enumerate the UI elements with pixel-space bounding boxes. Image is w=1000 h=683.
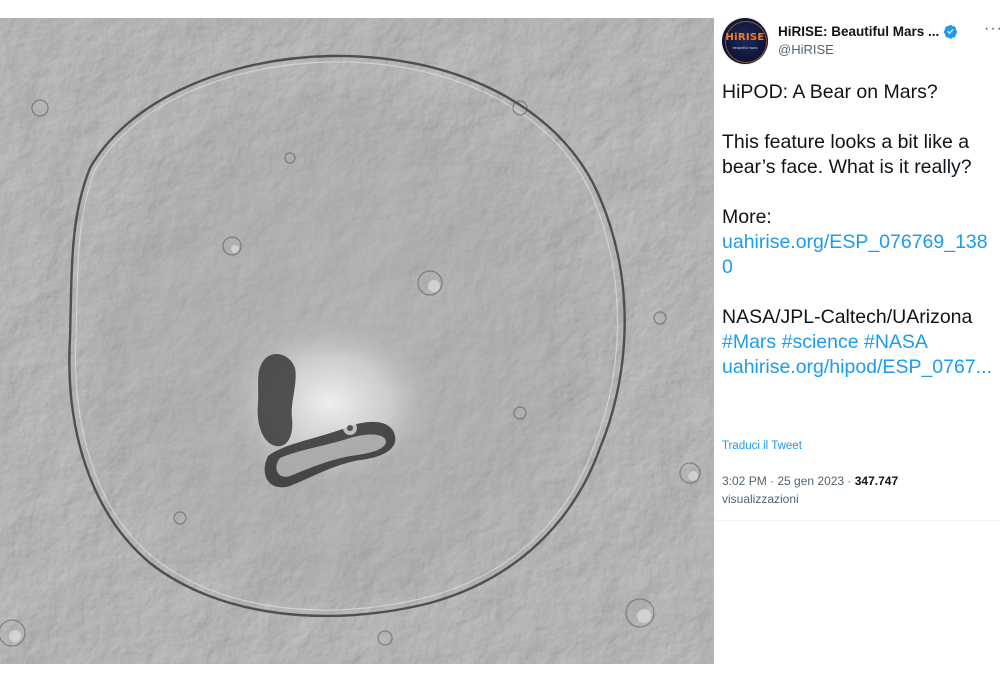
tweet-credit: NASA/JPL-Caltech/UArizona (722, 306, 973, 328)
tweet-timestamp[interactable]: 3:02 PM · 25 gen 2023 · (722, 474, 855, 488)
tweet-link-hipod[interactable]: uahirise.org/hipod/ESP_0767... (722, 356, 992, 378)
author-handle[interactable]: @HiRISE (778, 42, 834, 57)
views-count: 347.747 (854, 474, 899, 488)
avatar-logo-subtext: beautiful mars (732, 45, 758, 50)
tweet-header: HiRISE beautiful mars HiRISE: Beautiful … (722, 18, 1000, 66)
mars-bear-image[interactable] (0, 18, 714, 664)
tweet-link-esp[interactable]: uahirise.org/ESP_076769_1380 (722, 231, 988, 278)
author-avatar[interactable]: HiRISE beautiful mars (722, 18, 768, 64)
author-display-name[interactable]: HiRISE: Beautiful Mars ... (778, 24, 939, 39)
tweet-more-label: More: (722, 206, 772, 228)
tweet-hashtags[interactable]: #Mars #science #NASA (722, 331, 928, 353)
tweet-body: HiPOD: A Bear on Mars? This feature look… (722, 80, 998, 380)
views-label: visualizzazioni (722, 492, 799, 506)
divider (714, 520, 1000, 521)
verified-badge-icon (944, 24, 958, 39)
tweet-panel: HiRISE beautiful mars HiRISE: Beautiful … (714, 0, 1000, 683)
author-name-row[interactable]: HiRISE: Beautiful Mars ... (778, 21, 958, 41)
translate-tweet-link[interactable]: Traduci il Tweet (722, 440, 802, 452)
tweet-text-line1: HiPOD: A Bear on Mars? (722, 81, 938, 103)
tweet-page: HiRISE beautiful mars HiRISE: Beautiful … (0, 0, 1000, 683)
avatar-logo-text: HiRISE (725, 32, 765, 43)
tweet-meta: 3:02 PM · 25 gen 2023 · 347.747 visualiz… (722, 472, 998, 508)
media-panel[interactable] (0, 0, 714, 683)
tweet-text-line2: This feature looks a bit like a bear’s f… (722, 131, 972, 178)
more-options-icon[interactable]: ··· (984, 21, 1000, 37)
